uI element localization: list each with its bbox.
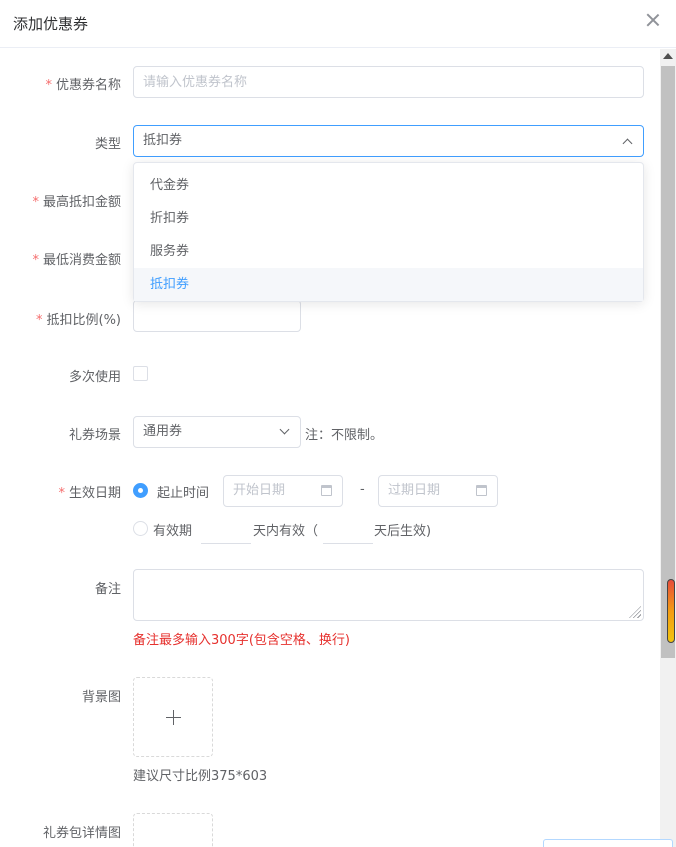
scroll-up-arrow-icon[interactable] <box>663 53 673 59</box>
remark-textarea[interactable] <box>133 569 644 621</box>
end-date-placeholder: 过期日期 <box>388 483 441 498</box>
radio-validity-label: 有效期 <box>153 524 193 539</box>
coupon-name-input[interactable] <box>133 66 644 98</box>
plus-icon <box>166 710 181 725</box>
type-select-value: 抵扣券 <box>143 133 183 148</box>
coupon-name-label-text: 优惠券名称 <box>55 78 121 93</box>
required-mark: * <box>58 486 65 501</box>
scene-label: 礼券场景 <box>68 428 121 443</box>
type-dropdown: 代金券 折扣券 服务券 抵扣券 <box>133 162 644 302</box>
type-option[interactable]: 服务券 <box>134 235 643 268</box>
scene-select[interactable]: 通用券 <box>133 416 301 448</box>
type-option[interactable]: 代金券 <box>134 169 643 202</box>
date-separator: - <box>360 482 365 497</box>
background-uploader[interactable] <box>133 677 213 757</box>
radio-validity[interactable] <box>133 521 148 536</box>
type-label: 类型 <box>94 137 121 152</box>
deduction-ratio-label: * 抵扣比例(%) <box>0 309 121 328</box>
floating-panel-edge <box>543 839 673 847</box>
min-spend-label: * 最低消费金额 <box>0 249 121 268</box>
deduction-ratio-label-text: 抵扣比例(%) <box>46 313 122 328</box>
multi-use-checkbox[interactable] <box>133 366 148 381</box>
required-mark: * <box>32 195 39 210</box>
validity-text-1: 天内有效（ <box>253 524 319 539</box>
background-label: 背景图 <box>81 690 121 705</box>
effective-date-label: * 生效日期 <box>0 482 121 501</box>
side-indicator <box>667 579 675 643</box>
dialog-header: 添加优惠券 <box>0 0 676 48</box>
scene-select-value: 通用券 <box>143 424 183 439</box>
background-hint: 建议尺寸比例375*603 <box>133 769 268 784</box>
delay-days-input[interactable] <box>323 518 373 544</box>
validity-days-input[interactable] <box>201 518 251 544</box>
detail-image-uploader[interactable] <box>133 813 213 847</box>
start-date-placeholder: 开始日期 <box>233 483 286 498</box>
calendar-icon <box>476 485 487 496</box>
validity-text-2: 天后生效) <box>374 524 432 539</box>
max-deduction-label-text: 最高抵扣金额 <box>42 195 121 210</box>
type-option[interactable]: 折扣券 <box>134 202 643 235</box>
close-icon[interactable] <box>644 11 662 29</box>
remark-error: 备注最多输入300字(包含空格、换行) <box>133 633 350 648</box>
detail-image-label: 礼券包详情图 <box>42 826 121 841</box>
radio-date-range-label: 起止时间 <box>157 486 210 501</box>
scene-note: 注：不限制。 <box>305 428 384 443</box>
remark-label: 备注 <box>94 582 121 597</box>
max-deduction-label: * 最高抵扣金额 <box>0 191 121 210</box>
calendar-icon <box>321 485 332 496</box>
required-mark: * <box>45 78 52 93</box>
coupon-name-label: * 优惠券名称 <box>0 74 121 93</box>
scrollbar-thumb[interactable] <box>661 66 675 658</box>
min-spend-label-text: 最低消费金额 <box>42 253 121 268</box>
deduction-ratio-input[interactable] <box>133 300 301 332</box>
effective-date-label-text: 生效日期 <box>68 486 121 501</box>
dialog-title: 添加优惠券 <box>13 15 89 33</box>
required-mark: * <box>36 313 43 328</box>
radio-date-range[interactable] <box>133 483 148 498</box>
multi-use-label: 多次使用 <box>68 370 121 385</box>
type-option-selected[interactable]: 抵扣券 <box>134 268 643 301</box>
required-mark: * <box>32 253 39 268</box>
type-select[interactable]: 抵扣券 <box>133 125 644 157</box>
